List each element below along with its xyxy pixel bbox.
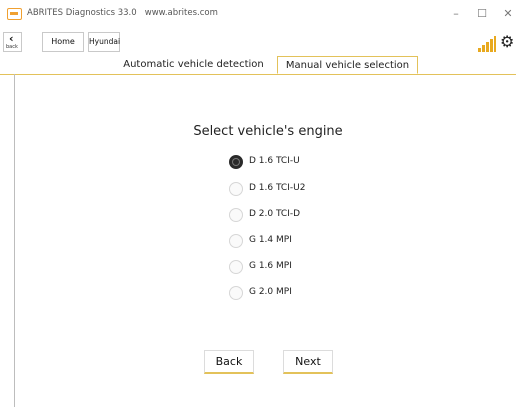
- app-url: www.abrites.com: [144, 8, 218, 18]
- next-button[interactable]: Next: [283, 350, 333, 374]
- tab-automatic-vehicle-detection[interactable]: Automatic vehicle detection: [110, 56, 277, 74]
- radio-button[interactable]: [229, 260, 243, 274]
- home-breadcrumb-button[interactable]: Home: [42, 32, 84, 52]
- engine-option-label: G 2.0 MPI: [249, 287, 292, 297]
- page-heading: Select vehicle's engine: [193, 124, 343, 139]
- title-bar: ABRITES Diagnostics 33.0 www.abrites.com…: [0, 0, 516, 30]
- abrites-logo-icon: [7, 8, 22, 20]
- radio-button[interactable]: [229, 208, 243, 222]
- back-button-label: back: [6, 44, 18, 50]
- engine-option-label: D 1.6 TCI-U: [249, 156, 300, 166]
- signal-strength-icon: [478, 36, 496, 52]
- radio-button[interactable]: [229, 155, 243, 169]
- hyundai-breadcrumb-button[interactable]: Hyundai: [88, 32, 120, 52]
- tab-bar: Automatic vehicle detection Manual vehic…: [0, 56, 516, 75]
- app-title: ABRITES Diagnostics 33.0: [27, 8, 137, 18]
- left-divider: [14, 74, 15, 407]
- radio-button[interactable]: [229, 182, 243, 196]
- engine-option-label: G 1.6 MPI: [249, 261, 292, 271]
- toolbar-back-button[interactable]: ‹ back: [3, 32, 22, 52]
- engine-option-label: D 1.6 TCI-U2: [249, 183, 306, 193]
- maximize-button[interactable]: ☐: [474, 6, 490, 22]
- radio-button[interactable]: [229, 234, 243, 248]
- tab-manual-vehicle-selection[interactable]: Manual vehicle selection: [277, 56, 418, 74]
- engine-option-label: G 1.4 MPI: [249, 235, 292, 245]
- window-title: ABRITES Diagnostics 33.0 www.abrites.com: [27, 8, 218, 18]
- toolbar: ‹ back Home Hyundai: [0, 30, 516, 56]
- radio-button[interactable]: [229, 286, 243, 300]
- close-button[interactable]: ✕: [500, 6, 516, 22]
- back-button[interactable]: Back: [204, 350, 254, 374]
- minimize-button[interactable]: –: [448, 6, 464, 22]
- settings-gear-icon[interactable]: ⚙: [500, 33, 514, 51]
- engine-option-label: D 2.0 TCI-D: [249, 209, 301, 219]
